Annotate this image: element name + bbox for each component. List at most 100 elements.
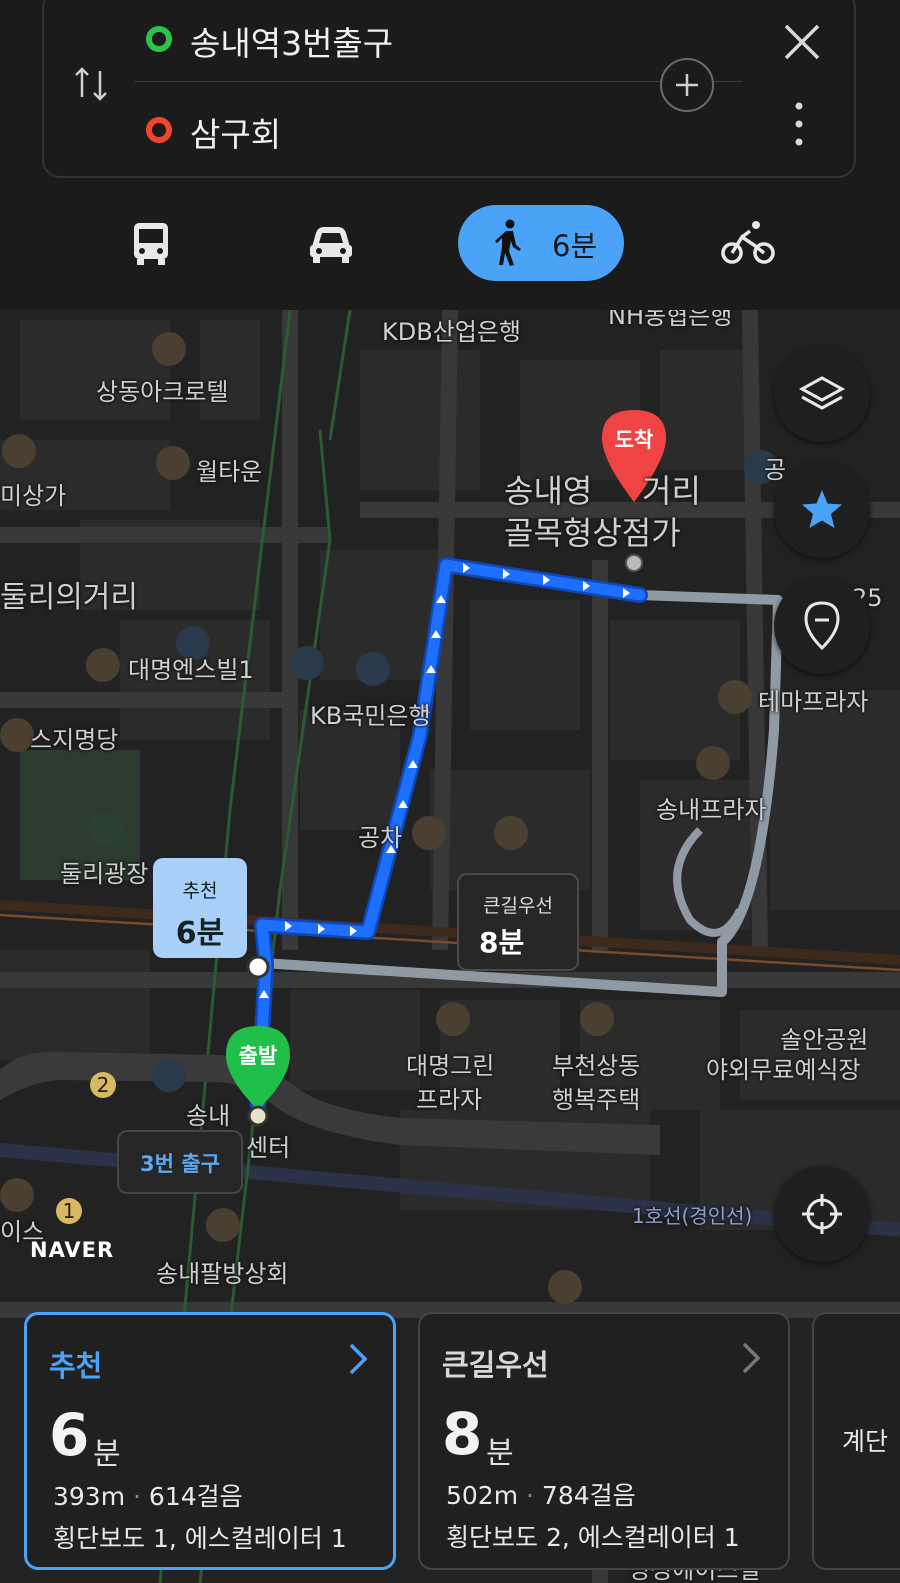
favorites-button[interactable]	[774, 462, 870, 558]
route-card-title: 추천	[49, 1349, 103, 1383]
shopping-icon	[436, 1002, 470, 1036]
map-label[interactable]: NH농협은행	[608, 310, 732, 331]
route-card-distance: 502m	[446, 1481, 519, 1510]
route-card-main-road[interactable]: 큰길우선 8 분 502m · 784걸음 횡단보도 2, 에스컬레이터 1	[418, 1312, 790, 1570]
map-label[interactable]: KDB산업은행	[382, 312, 521, 347]
map-label[interactable]: 1호선(경인선)	[632, 1200, 752, 1229]
start-pin[interactable]: 출발	[225, 1026, 291, 1110]
route-card-minutes: 6	[49, 1401, 90, 1469]
route-card-stats: 393m · 614걸음	[53, 1482, 243, 1511]
crosshair-icon	[802, 1194, 842, 1234]
map-label[interactable]: 프라자	[416, 1080, 482, 1115]
park-icon	[88, 812, 122, 846]
map-label[interactable]: 골목형상점가	[504, 508, 681, 554]
shopping-icon	[2, 434, 36, 468]
bus-stop-icon	[290, 646, 324, 680]
add-waypoint-button[interactable]	[660, 58, 714, 112]
shopping-icon	[696, 746, 730, 780]
map-label[interactable]: 송내프라자	[656, 790, 766, 825]
bike-mode-button[interactable]	[720, 205, 776, 281]
more-vertical-icon[interactable]	[789, 100, 809, 148]
map-label[interactable]: 둘리의거리	[0, 572, 138, 616]
map-label[interactable]: 월타운	[196, 452, 262, 487]
walk-mode-button[interactable]: 6분	[458, 205, 624, 281]
restaurant-icon	[206, 1208, 240, 1242]
route-card-unit: 분	[93, 1437, 121, 1472]
map-label[interactable]: 상동아크로텔	[96, 372, 228, 407]
close-icon[interactable]	[782, 22, 822, 62]
car-mode-button[interactable]	[306, 205, 356, 281]
route-card-distance: 393m	[53, 1482, 126, 1511]
map-label[interactable]: KB국민은행	[310, 696, 431, 731]
bus-icon	[134, 223, 168, 265]
alternative-tooltip-time: 8분	[479, 926, 525, 959]
recommended-tooltip-time: 6분	[175, 916, 225, 951]
bicycle-icon	[721, 221, 775, 264]
route-card-recommended[interactable]: 추천 6 분 393m · 614걸음 횡단보도 1, 에스컬레이터 1	[24, 1312, 396, 1570]
route-card-stairs[interactable]: 계단	[812, 1312, 900, 1570]
transport-mode-bar: 6분	[0, 205, 900, 285]
exit-number-badge: 1	[56, 1198, 82, 1224]
star-icon	[802, 490, 842, 528]
chevron-right-icon	[349, 1343, 368, 1375]
route-card-unit: 분	[486, 1436, 514, 1471]
route-header: 송내역3번출구 삼구회 6분	[0, 0, 900, 310]
start-dot-icon	[146, 26, 172, 52]
start-pin-label: 출발	[238, 1044, 278, 1068]
exit-tag[interactable]: 3번 출구	[117, 1130, 243, 1194]
end-location[interactable]: 삼구회	[190, 108, 281, 156]
route-card-label: 계단	[842, 1427, 889, 1456]
building-icon	[156, 446, 190, 480]
naver-logo: NAVER	[30, 1238, 115, 1262]
end-pin-label: 도착	[614, 428, 654, 452]
map-label[interactable]: 테마프라자	[758, 682, 868, 717]
bus-mode-button[interactable]	[128, 205, 178, 281]
walk-time-label: 6분	[552, 229, 598, 263]
alternative-tooltip-title: 큰길우선	[483, 895, 553, 917]
route-divider	[134, 81, 742, 82]
bus-stop-icon	[152, 1058, 186, 1092]
map-label[interactable]: 송내영	[504, 466, 592, 512]
car-icon	[310, 227, 352, 263]
restaurant-icon	[548, 1270, 582, 1304]
exit-tag-label: 3번 출구	[140, 1152, 220, 1176]
plus-icon	[676, 74, 698, 96]
start-location[interactable]: 송내역3번출구	[190, 17, 393, 65]
map-label[interactable]: 행복주택	[552, 1080, 640, 1115]
shopping-icon	[0, 1178, 34, 1212]
swap-vertical-icon[interactable]	[72, 65, 110, 103]
chevron-right-icon	[742, 1342, 761, 1374]
route-card-title: 큰길우선	[442, 1348, 549, 1382]
cafe-icon	[412, 816, 446, 850]
locate-button[interactable]	[774, 1166, 870, 1262]
exit-number-badge: 2	[90, 1072, 116, 1098]
map-label[interactable]: 대명엔스빌1	[128, 650, 254, 685]
map-label[interactable]: 센터	[246, 1128, 290, 1163]
route-card-steps: 614걸음	[148, 1482, 243, 1511]
map-label[interactable]: 공	[764, 450, 786, 485]
map-label[interactable]: 공차	[358, 818, 402, 853]
route-card-steps: 784걸음	[541, 1481, 636, 1510]
recommended-route-tooltip[interactable]: 추천 6분	[153, 858, 247, 958]
map-label[interactable]: 미상가	[0, 476, 66, 511]
alternative-route-tooltip[interactable]: 큰길우선 8분	[457, 873, 579, 971]
building-icon	[152, 332, 186, 366]
end-dot-icon	[146, 117, 172, 143]
shopping-icon	[718, 680, 752, 714]
shopping-icon	[494, 816, 528, 850]
map-label[interactable]: 야외무료예식장	[706, 1050, 861, 1085]
layers-button[interactable]	[774, 346, 870, 442]
building-icon	[580, 1002, 614, 1036]
recommended-tooltip-title: 추천	[182, 880, 218, 902]
place-button[interactable]	[774, 578, 870, 674]
map-label[interactable]: 둘리광장	[60, 854, 148, 889]
map-label[interactable]: 대명그린	[406, 1046, 494, 1081]
building-icon	[86, 648, 120, 682]
end-pin[interactable]: 도착	[601, 410, 667, 494]
map-label[interactable]: 송내	[186, 1096, 230, 1131]
map-label[interactable]: 부천상동	[552, 1046, 640, 1081]
route-card-stats: 502m · 784걸음	[446, 1481, 636, 1510]
map-label[interactable]: 송내팔방상회	[156, 1254, 288, 1289]
map-label[interactable]: 스지명당	[30, 720, 118, 755]
route-card-minutes: 8	[442, 1400, 483, 1468]
